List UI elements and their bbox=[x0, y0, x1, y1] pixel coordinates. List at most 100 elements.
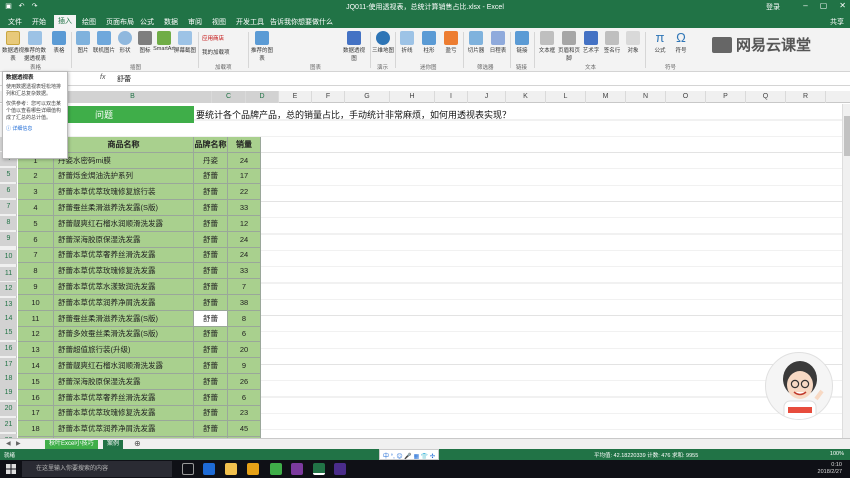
table-row-qty[interactable]: 6 bbox=[228, 326, 261, 343]
column-header-b[interactable]: B bbox=[54, 91, 212, 103]
table-row-brand[interactable]: 舒蕾 bbox=[194, 168, 228, 185]
table-row-brand[interactable]: 舒蕾 bbox=[194, 405, 228, 422]
pivot-table-button[interactable]: 数据透视表 bbox=[2, 31, 24, 62]
table-row-qty[interactable]: 17 bbox=[228, 168, 261, 185]
table-row-qty[interactable]: 12 bbox=[228, 216, 261, 232]
table-header-brand[interactable]: 品牌名称 bbox=[194, 137, 228, 153]
maximize-icon[interactable]: ▢ bbox=[820, 1, 828, 10]
table-row-brand[interactable]: 舒蕾 bbox=[194, 184, 228, 201]
fx-icon[interactable]: fx bbox=[100, 74, 105, 81]
column-header-e[interactable]: E bbox=[279, 91, 312, 103]
table-row-name[interactable]: 舒蕾本草优萃奢养丝滑洗发露 bbox=[54, 389, 194, 406]
table-row-qty[interactable]: 6 bbox=[228, 389, 261, 406]
table-header-name[interactable]: 商品名称 bbox=[54, 137, 194, 153]
row-header-12[interactable]: 12 bbox=[0, 282, 17, 296]
sheet-nav-prev-icon[interactable]: ◀ bbox=[6, 440, 11, 447]
tab-review[interactable]: 审阅 bbox=[184, 16, 206, 28]
table-row-name[interactable]: 舒蕾本草优萃润养净屑洗发露 bbox=[54, 421, 194, 438]
table-row-name[interactable]: 舒蕾多效蚕丝柔滑洗发露(S版) bbox=[54, 326, 194, 343]
table-row-name[interactable]: 舒蕾本草优萃水漾致润洗发露 bbox=[54, 279, 194, 295]
row-header-20[interactable]: 20 bbox=[0, 402, 17, 416]
column-header-d[interactable]: D bbox=[246, 91, 279, 103]
table-row-name[interactable]: 舒蕾蚕丝柔滑滋养洗发露(S版) bbox=[54, 310, 194, 327]
row-header-16[interactable]: 16 bbox=[0, 342, 17, 356]
table-row-qty[interactable]: 22 bbox=[228, 184, 261, 201]
sheet-tab-tips[interactable]: 秋叶Excel小技巧 bbox=[45, 440, 98, 449]
online-pictures-button[interactable]: 联机图片 bbox=[93, 31, 115, 54]
table-row-qty[interactable]: 33 bbox=[228, 200, 261, 216]
camtasia-icon[interactable] bbox=[270, 463, 282, 475]
table-row-name[interactable]: 舒蕾深海胶原保湿洗发露 bbox=[54, 374, 194, 390]
table-row-index[interactable]: 16 bbox=[18, 389, 54, 406]
edge-icon[interactable] bbox=[203, 463, 215, 475]
table-row-qty[interactable]: 7 bbox=[228, 279, 261, 295]
column-header-c[interactable]: C bbox=[212, 91, 246, 103]
table-row-index[interactable]: 10 bbox=[18, 295, 54, 311]
object-button[interactable]: 对象 bbox=[622, 31, 644, 54]
signature-line-button[interactable]: 签名行 bbox=[601, 31, 623, 54]
login-button[interactable]: 登录 bbox=[766, 2, 780, 12]
pictures-button[interactable]: 图片 bbox=[72, 31, 94, 54]
table-row-name[interactable]: 舒蕾本草优萃玫瑰修复旅行装 bbox=[54, 184, 194, 201]
row-header-10[interactable]: 10 bbox=[0, 250, 17, 264]
tab-formulas[interactable]: 公式 bbox=[136, 16, 158, 28]
table-row-index[interactable]: 7 bbox=[18, 247, 54, 264]
wordart-button[interactable]: 艺术字 bbox=[580, 31, 602, 54]
table-row-qty[interactable]: 26 bbox=[228, 374, 261, 390]
tab-draw[interactable]: 绘图 bbox=[78, 16, 100, 28]
table-row-qty[interactable]: 24 bbox=[228, 247, 261, 264]
table-row-index[interactable]: 9 bbox=[18, 279, 54, 295]
table-row-brand[interactable]: 舒蕾 bbox=[194, 374, 228, 390]
equation-button[interactable]: π 公式 bbox=[649, 31, 671, 55]
formula-input[interactable]: 舒蕾 bbox=[117, 74, 131, 84]
table-row-qty[interactable]: 38 bbox=[228, 295, 261, 311]
windows-start-icon[interactable] bbox=[6, 464, 16, 474]
close-icon[interactable]: ✕ bbox=[839, 1, 846, 10]
table-row-qty[interactable]: 8 bbox=[228, 310, 261, 327]
system-clock[interactable]: 0:10 2018/2/27 bbox=[818, 462, 842, 476]
table-row-index[interactable]: 13 bbox=[18, 342, 54, 359]
table-row-name[interactable]: 舒蕾本草优萃润养净屑洗发露 bbox=[54, 295, 194, 311]
column-header-n[interactable]: N bbox=[626, 91, 666, 103]
table-row-name[interactable]: 舒蕾本草优萃玫瑰修复洗发露 bbox=[54, 405, 194, 422]
column-header-i[interactable]: I bbox=[435, 91, 468, 103]
table-row-brand[interactable]: 舒蕾 bbox=[194, 358, 228, 374]
table-row-qty[interactable]: 23 bbox=[228, 405, 261, 422]
sparkline-column-button[interactable]: 柱形 bbox=[418, 31, 440, 54]
table-row-index[interactable]: 17 bbox=[18, 405, 54, 422]
add-sheet-icon[interactable]: ⊕ bbox=[134, 439, 141, 448]
table-row-brand[interactable]: 舒蕾 bbox=[194, 389, 228, 406]
smartart-button[interactable]: SmartArt bbox=[153, 31, 175, 52]
column-header-f[interactable]: F bbox=[312, 91, 345, 103]
table-row-index[interactable]: 4 bbox=[18, 200, 54, 216]
my-addins-button[interactable]: 我的加载项 bbox=[202, 48, 230, 56]
table-row-brand[interactable]: 舒蕾 bbox=[194, 231, 228, 248]
pivot-chart-button[interactable]: 数据透视图 bbox=[343, 31, 365, 62]
symbol-button[interactable]: Ω 符号 bbox=[670, 31, 692, 55]
ime-toolbar[interactable]: 中 °, 😊 🎤 ▦ 👕 ✣ bbox=[379, 449, 439, 460]
taskbar-search-input[interactable]: 在这里输入你要搜索的内容 bbox=[22, 461, 172, 477]
excel-icon[interactable] bbox=[313, 463, 325, 475]
row-header-9[interactable]: 9 bbox=[0, 232, 17, 246]
table-row-index[interactable]: 8 bbox=[18, 263, 54, 280]
timeline-button[interactable]: 日程表 bbox=[487, 31, 509, 54]
table-row-brand[interactable]: 舒蕾 bbox=[194, 279, 228, 295]
table-row-name[interactable]: 舒蕾靓爽红石榴水润顺滑洗发露 bbox=[54, 358, 194, 374]
row-header-14[interactable]: 14 bbox=[0, 312, 17, 326]
3d-map-button[interactable]: 三维地图 bbox=[372, 31, 394, 54]
sheet-nav-next-icon[interactable]: ▶ bbox=[16, 440, 21, 447]
table-row-index[interactable]: 5 bbox=[18, 216, 54, 232]
table-row-name[interactable]: 舒蕾靓爽红石榴水润顺滑洗发露 bbox=[54, 216, 194, 232]
table-row-brand[interactable]: 舒蕾 bbox=[194, 342, 228, 359]
table-row-brand[interactable]: 舒蕾 bbox=[194, 326, 228, 343]
slicer-button[interactable]: 切片器 bbox=[465, 31, 487, 54]
header-footer-button[interactable]: 页眉和页脚 bbox=[558, 31, 580, 62]
table-row-index[interactable]: 18 bbox=[18, 421, 54, 438]
tab-view[interactable]: 视图 bbox=[208, 16, 230, 28]
table-row-index[interactable]: 12 bbox=[18, 326, 54, 343]
textbox-button[interactable]: 文本框 bbox=[536, 31, 558, 54]
row-header-7[interactable]: 7 bbox=[0, 200, 17, 214]
vertical-scrollbar[interactable] bbox=[842, 104, 850, 438]
table-row-index[interactable]: 11 bbox=[18, 310, 54, 327]
table-row-name[interactable]: 舒蕾蚕丝柔滑滋养洗发露(S版) bbox=[54, 200, 194, 216]
